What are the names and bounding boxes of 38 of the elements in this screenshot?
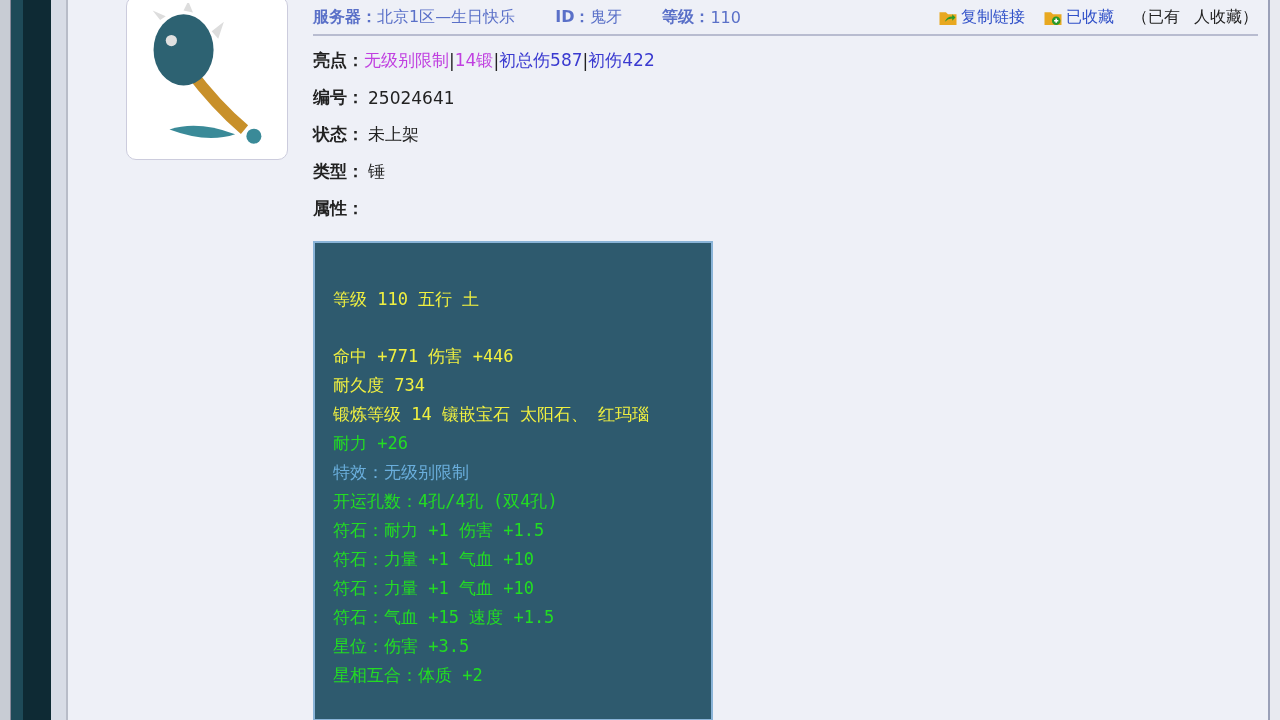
attribute-line: 符石：力量 +1 气血 +10: [333, 577, 535, 600]
field-label: 属性：: [313, 197, 364, 220]
id-value: 鬼牙: [590, 6, 623, 28]
attribute-line: 星相互合：体质 +2: [333, 664, 484, 687]
attribute-line: 星位：伤害 +3.5: [333, 635, 471, 658]
separator: |: [582, 50, 589, 71]
separator: |: [449, 50, 455, 71]
attribute-line: 锻炼等级 14 镶嵌宝石 太阳石、 红玛瑙: [333, 403, 651, 426]
highlight-tag: 无级别限制: [364, 49, 449, 72]
favorite-count-prefix: （已有: [1132, 6, 1180, 28]
server-name: 北京1区—生日快乐: [377, 6, 516, 28]
field-label: 编号：: [313, 86, 364, 109]
favorite-link[interactable]: 已收藏: [1043, 6, 1114, 28]
highlight-tag: 初伤422: [588, 49, 655, 72]
field-value: 锤: [368, 160, 385, 183]
separator: |: [493, 50, 500, 71]
highlights-label: 亮点：: [313, 49, 364, 72]
field-value: 未上架: [368, 123, 419, 146]
field-value: 25024641: [368, 87, 455, 108]
highlight-tag: 初总伤587: [499, 49, 583, 72]
level-value: 110: [710, 7, 741, 27]
favorite-count-suffix: 人收藏）: [1194, 6, 1258, 28]
attribute-line: 耐久度 734: [333, 374, 426, 397]
server-label: 服务器：: [313, 6, 377, 28]
id-label: ID：: [555, 6, 591, 28]
highlight-tag: 14锻: [454, 49, 494, 72]
attribute-line: 符石：气血 +15 速度 +1.5: [333, 606, 556, 629]
attribute-line: 特效：无级别限制: [333, 461, 470, 484]
attribute-line: 符石：耐力 +1 伤害 +1.5: [333, 519, 546, 542]
attribute-line: 命中 +771 伤害 +446: [333, 345, 515, 368]
attribute-line: 耐力 +26: [333, 432, 409, 455]
level-label: 等级：: [662, 6, 711, 28]
field-label: 类型：: [313, 160, 364, 183]
field-label: 状态：: [313, 123, 364, 146]
attribute-line: 开运孔数：4孔/4孔 (双4孔): [333, 490, 559, 513]
attribute-line: 符石：力量 +1 气血 +10: [333, 548, 535, 571]
attribute-line: 等级 110 五行 土: [333, 288, 481, 311]
copy-link[interactable]: 复制链接: [938, 6, 1025, 28]
